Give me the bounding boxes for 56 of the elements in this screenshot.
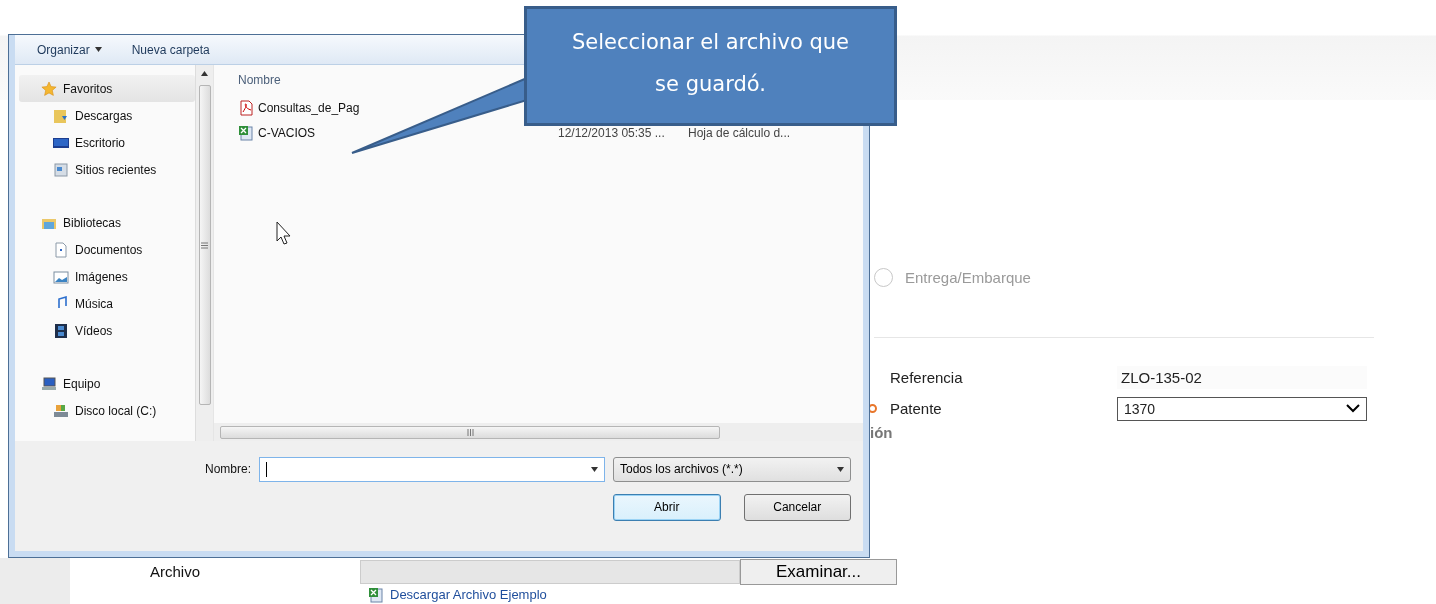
nav-item[interactable]: Favoritos xyxy=(19,75,195,102)
file-name: Consultas_de_Pag xyxy=(258,100,360,115)
vertical-scrollbar[interactable] xyxy=(195,65,213,441)
nav-item[interactable]: Escritorio xyxy=(19,129,195,156)
nav-item[interactable]: Disco local (C:) xyxy=(19,397,195,424)
column-header[interactable]: Nombre xyxy=(238,73,281,87)
file-type-dropdown[interactable]: Todos los archivos (*.*) xyxy=(613,456,851,482)
drive-icon xyxy=(53,402,69,419)
document-icon xyxy=(53,241,69,258)
callout: Seleccionar el archivo que se guardó. xyxy=(524,6,897,126)
nav-item[interactable]: Bibliotecas xyxy=(19,209,195,236)
cursor-icon xyxy=(276,221,291,245)
caret-icon xyxy=(201,70,208,76)
toolbar-button[interactable]: Nueva carpeta xyxy=(131,42,210,57)
browse-button[interactable]: Examinar... xyxy=(740,558,897,585)
file-name-field[interactable] xyxy=(259,456,605,482)
nav-item[interactable]: Música xyxy=(19,290,195,317)
toolbar-button[interactable]: Organizar xyxy=(37,42,102,57)
file-path-field[interactable] xyxy=(360,559,740,584)
radio-label: Entrega/Embarque xyxy=(905,269,1031,286)
field-value: ZLO-135-02 xyxy=(1117,366,1367,389)
radio-button[interactable] xyxy=(874,268,893,287)
folder-download-icon xyxy=(53,107,69,124)
sidebar-background xyxy=(0,558,70,604)
file-type: Hoja de cálculo d... xyxy=(688,125,792,140)
dialog-button[interactable]: Cancelar xyxy=(743,493,851,521)
file-name: C-VACIOS xyxy=(258,125,316,140)
nav-item[interactable]: Vídeos xyxy=(19,317,195,344)
field-label: Patente xyxy=(890,400,943,417)
caret-icon xyxy=(94,47,102,52)
caret-icon xyxy=(591,466,598,472)
field-label: Referencia xyxy=(890,369,964,386)
file-date: 12/12/2013 05:35 ... xyxy=(558,125,666,140)
horizontal-scrollbar[interactable] xyxy=(214,423,863,441)
select-field[interactable]: 1370 xyxy=(1117,396,1367,421)
field-label: Nombre: xyxy=(204,462,251,476)
grip-icon xyxy=(466,428,474,436)
download-link[interactable]: Descargar Archivo Ejemplo xyxy=(368,585,897,604)
recent-places-icon xyxy=(53,161,69,178)
pdf-file-icon xyxy=(238,99,254,116)
nav-item[interactable]: Sitios recientes xyxy=(19,156,195,183)
film-icon xyxy=(53,322,69,339)
nav-item[interactable]: Documentos xyxy=(19,236,195,263)
computer-icon xyxy=(41,375,57,392)
dialog-button[interactable]: Abrir xyxy=(613,493,721,521)
chevron-down-icon xyxy=(1346,404,1360,413)
field-label: Archivo xyxy=(150,563,202,581)
caret-icon xyxy=(837,466,844,472)
grip-icon xyxy=(201,241,208,249)
nav-item[interactable]: Imágenes xyxy=(19,263,195,290)
nav-item[interactable]: Descargas xyxy=(19,102,195,129)
section-heading: ión xyxy=(870,424,893,441)
spreadsheet-file-icon xyxy=(238,124,254,141)
star-icon xyxy=(41,80,57,97)
image-icon xyxy=(53,268,69,285)
nav-item[interactable]: Equipo xyxy=(19,370,195,397)
